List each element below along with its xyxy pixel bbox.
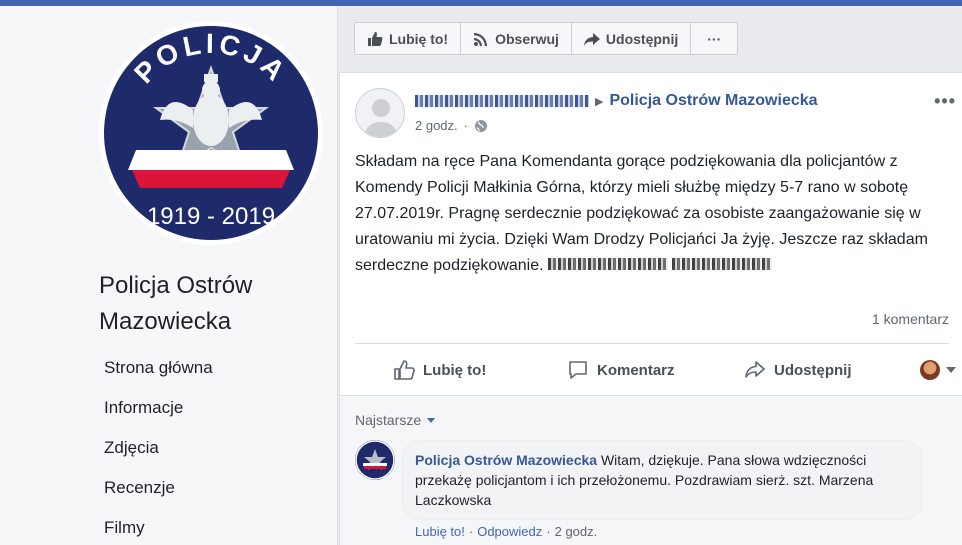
dot-separator: · — [468, 524, 474, 539]
comment-author-avatar[interactable] — [355, 440, 395, 480]
page-name[interactable]: Policja Ostrów Mazowiecka — [99, 268, 319, 340]
sidebar-item-reviews[interactable]: Recenzje — [104, 476, 213, 516]
post-body: Składam na ręce Pana Komendanta gorące p… — [355, 149, 955, 279]
caret-down-icon — [427, 417, 436, 423]
post-comment-label: Komentarz — [597, 361, 675, 379]
author-avatar[interactable] — [355, 88, 405, 138]
comment-time[interactable]: 2 godz. — [555, 524, 598, 539]
page-like-button[interactable]: Lubię to! — [355, 23, 462, 54]
comments-section: Najstarsze Policja Ostrów Mazowiecka Wit… — [340, 395, 962, 545]
post-time[interactable]: 2 godz. — [415, 118, 458, 133]
rss-icon — [474, 32, 488, 46]
page-action-bar: Lubię to! Obserwuj Udostępnij ··· — [354, 22, 739, 55]
viewer-avatar — [920, 360, 940, 380]
post-share-button[interactable]: Udostępnij — [744, 359, 852, 381]
dot-separator: · — [463, 118, 468, 133]
more-dots-icon: ··· — [707, 30, 722, 47]
globe-icon[interactable] — [474, 119, 488, 133]
page-like-label: Lubię to! — [389, 30, 449, 47]
follow-label: Obserwuj — [495, 30, 559, 47]
page-share-label: Udostępnij — [605, 30, 679, 47]
sort-label: Najstarsze — [355, 412, 422, 428]
comment-reply-link[interactable]: Odpowiedz — [477, 524, 542, 539]
post-like-button[interactable]: Lubię to! — [393, 359, 486, 381]
sidebar-item-photos[interactable]: Zdjęcia — [104, 436, 213, 476]
post-like-label: Lubię to! — [423, 361, 487, 379]
sidebar-item-home[interactable]: Strona główna — [104, 356, 213, 396]
comment-count[interactable]: 1 komentarz — [872, 311, 949, 327]
comment-bubble: Policja Ostrów Mazowiecka Witam, dziękuj… — [402, 440, 922, 520]
post-text: Składam na ręce Pana Komendanta gorące p… — [355, 153, 928, 274]
censored-signature-1 — [548, 258, 669, 270]
post-header: ▶ Policja Ostrów Mazowiecka — [415, 92, 818, 110]
triangle-right-icon: ▶ — [595, 95, 604, 108]
share-arrow-icon — [583, 32, 600, 46]
comment-author[interactable]: Policja Ostrów Mazowiecka — [415, 452, 597, 468]
page-share-button[interactable]: Udostępnij — [572, 23, 692, 54]
post-as-selector[interactable] — [920, 360, 956, 380]
reaction-bar: Lubię to! Komentarz Udostępnij — [355, 347, 949, 393]
post-share-label: Udostępnij — [774, 361, 852, 379]
comment-like-link[interactable]: Lubię to! — [415, 524, 465, 539]
post-timestamp: 2 godz. · — [415, 118, 488, 133]
divider — [355, 343, 949, 344]
police-badge-icon — [355, 440, 395, 480]
logo-years: 1919 - 2019 — [147, 203, 275, 230]
comment-actions: Lubię to! · Odpowiedz · 2 godz. — [415, 524, 597, 539]
follow-button[interactable]: Obserwuj — [461, 23, 572, 54]
sidebar-nav: Strona główna Informacje Zdjęcia Recenzj… — [104, 356, 213, 545]
comment-bubble-icon — [569, 361, 587, 379]
thumbs-up-icon — [368, 31, 383, 46]
post-card: ▶ Policja Ostrów Mazowiecka 2 godz. · ••… — [339, 72, 962, 545]
dot-separator: · — [546, 524, 551, 539]
post-options-icon[interactable]: ••• — [934, 91, 956, 112]
post-target-page[interactable]: Policja Ostrów Mazowiecka — [609, 92, 817, 110]
default-user-icon — [364, 99, 398, 137]
more-options-button[interactable]: ··· — [691, 23, 737, 54]
police-logo[interactable]: POLICJA 1919 - 2019 — [98, 20, 324, 246]
sidebar-item-videos[interactable]: Filmy — [104, 516, 213, 545]
share-outline-icon — [745, 361, 765, 378]
caret-down-icon — [946, 367, 956, 373]
censored-author-name[interactable] — [415, 95, 589, 107]
post-comment-button[interactable]: Komentarz — [567, 359, 675, 381]
sidebar-item-info[interactable]: Informacje — [104, 396, 213, 436]
censored-signature-2 — [672, 258, 773, 270]
thumbs-up-outline-icon — [394, 360, 415, 380]
comment-sort-dropdown[interactable]: Najstarsze — [355, 412, 436, 428]
page-sidebar: POLICJA 1919 - 2019 Policja Ostrów Mazow… — [0, 6, 338, 545]
